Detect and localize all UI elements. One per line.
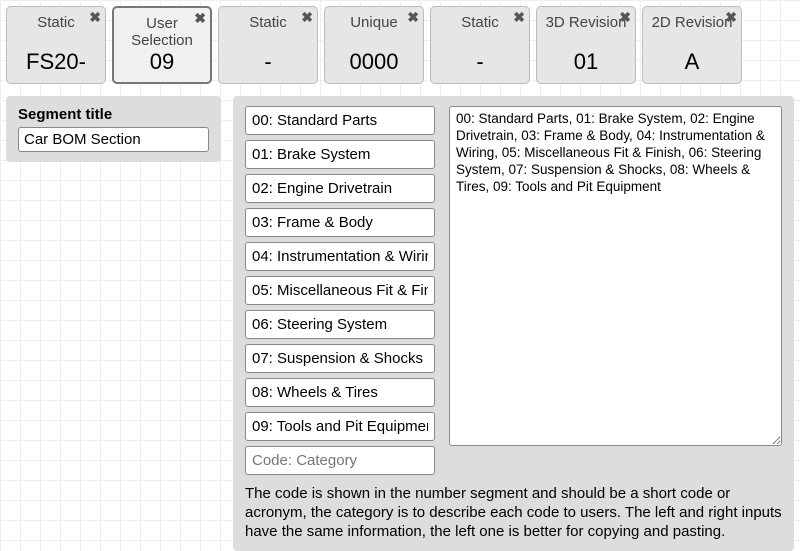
segment-label: 3D Revision [541, 13, 631, 32]
segment-title-input[interactable] [18, 127, 209, 152]
segment-label: 2D Revision [647, 13, 737, 32]
codes-columns [245, 106, 782, 475]
segment-value: A [647, 49, 737, 75]
close-icon[interactable]: ✖ [513, 9, 525, 26]
code-item-input-6[interactable] [245, 310, 435, 339]
segment-value: FS20- [11, 49, 101, 75]
code-item-input-8[interactable] [245, 378, 435, 407]
codes-panel: The code is shown in the number segment … [233, 96, 794, 551]
segment-value: 0000 [329, 49, 419, 75]
segment-card-6[interactable]: ✖2D Revision A [642, 6, 742, 84]
close-icon[interactable]: ✖ [407, 9, 419, 26]
segment-card-4[interactable]: ✖Static - [430, 6, 530, 84]
segment-card-3[interactable]: ✖Unique 0000 [324, 6, 424, 84]
summary-column [449, 106, 782, 475]
lower-container: Segment title The code is shown in the n… [6, 96, 794, 551]
close-icon[interactable]: ✖ [301, 9, 313, 26]
segment-title-label: Segment title [18, 106, 209, 123]
close-icon[interactable]: ✖ [725, 9, 737, 26]
segment-label: Unique [329, 13, 419, 32]
segment-value: - [223, 49, 313, 75]
segment-value: 09 [118, 49, 206, 75]
segment-value: 01 [541, 49, 631, 75]
segment-label: Static [223, 13, 313, 32]
code-item-input-7[interactable] [245, 344, 435, 373]
code-item-input-4[interactable] [245, 242, 435, 271]
segment-title-panel: Segment title [6, 96, 221, 162]
code-item-input-new[interactable] [245, 446, 435, 475]
code-item-input-0[interactable] [245, 106, 435, 135]
code-item-input-5[interactable] [245, 276, 435, 305]
codes-description: The code is shown in the number segment … [245, 485, 782, 541]
segment-card-2[interactable]: ✖Static - [218, 6, 318, 84]
code-item-column [245, 106, 435, 475]
codes-summary-textarea[interactable] [449, 106, 782, 446]
segment-card-0[interactable]: ✖Static FS20- [6, 6, 106, 84]
close-icon[interactable]: ✖ [89, 9, 101, 26]
segment-card-1[interactable]: ✖User Selection09 [112, 6, 212, 84]
code-item-input-9[interactable] [245, 412, 435, 441]
close-icon[interactable]: ✖ [194, 10, 206, 27]
code-item-input-1[interactable] [245, 140, 435, 169]
segment-row: ✖StaticFS20-✖User Selection09✖Static-✖Un… [6, 6, 794, 84]
close-icon[interactable]: ✖ [619, 9, 631, 26]
segment-label: Static [435, 13, 525, 32]
segment-label: User Selection [118, 14, 206, 49]
segment-value: - [435, 49, 525, 75]
segment-label: Static [11, 13, 101, 32]
code-item-input-2[interactable] [245, 174, 435, 203]
segment-card-5[interactable]: ✖3D Revision 01 [536, 6, 636, 84]
code-item-input-3[interactable] [245, 208, 435, 237]
